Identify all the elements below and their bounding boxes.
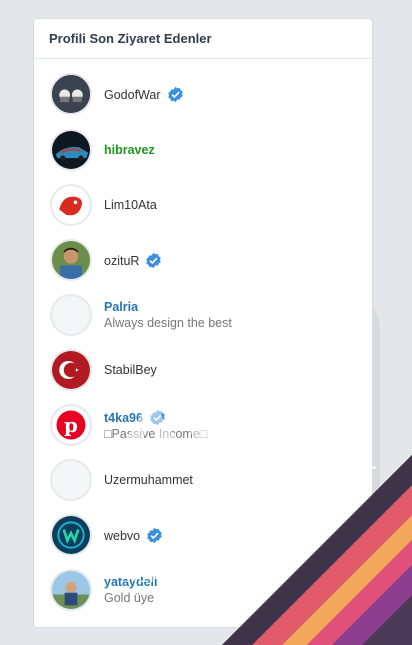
webvo-logo-avatar[interactable]: [50, 514, 92, 556]
visitor-name-link[interactable]: Lim10Ata: [104, 197, 157, 213]
visitor-subtitle: Always design the best: [104, 316, 232, 330]
turkish-flag-avatar[interactable]: [50, 349, 92, 391]
visitor-name-link[interactable]: hibravez: [104, 142, 155, 158]
visitor-item[interactable]: Palria Always design the best: [34, 288, 372, 342]
visitor-item[interactable]: Lim10Ata: [34, 178, 372, 232]
svg-text:p: p: [64, 413, 78, 437]
visitor-name-link[interactable]: yataydeli: [104, 574, 158, 590]
visitor-name-link[interactable]: Palria: [104, 299, 232, 315]
empty-avatar[interactable]: [50, 459, 92, 501]
visitor-item[interactable]: StabilBey: [34, 343, 372, 397]
visitor-item[interactable]: webvo: [34, 508, 372, 562]
visitor-name-link[interactable]: t4ka96: [104, 409, 207, 426]
visitor-item[interactable]: hibravez: [34, 123, 372, 177]
visitor-name-link[interactable]: GodofWar: [104, 86, 184, 103]
verified-badge-icon: [149, 409, 166, 426]
visitor-item[interactable]: GodofWar: [34, 67, 372, 121]
panel-header: Profili Son Ziyaret Edenler: [34, 19, 372, 59]
empty-avatar[interactable]: [50, 294, 92, 336]
visitor-item[interactable]: Uzermuhammet: [34, 453, 372, 507]
visitor-name-link[interactable]: webvo: [104, 527, 163, 544]
visitor-name-link[interactable]: StabilBey: [104, 362, 157, 378]
visitor-item[interactable]: ozituR: [34, 233, 372, 287]
verified-badge-icon: [145, 252, 162, 269]
panel-title: Profili Son Ziyaret Edenler: [49, 31, 212, 46]
visitor-item[interactable]: yataydeli Gold üye: [34, 563, 372, 617]
visitor-name-link[interactable]: ozituR: [104, 252, 162, 269]
visitor-subtitle: □Passive Income□: [104, 427, 208, 441]
car-avatar[interactable]: [50, 129, 92, 171]
person-photo-avatar[interactable]: [50, 239, 92, 281]
recent-visitors-panel: Profili Son Ziyaret Edenler GodofWar hib…: [33, 18, 373, 628]
visitor-name-link[interactable]: Uzermuhammet: [104, 472, 193, 488]
person-outdoor-avatar[interactable]: [50, 569, 92, 611]
ghost-pair-avatar[interactable]: [50, 73, 92, 115]
red-bird-avatar[interactable]: [50, 184, 92, 226]
visitor-subtitle: Gold üye: [104, 591, 155, 605]
visitor-item[interactable]: p t4ka96 □Passive Income□: [34, 398, 372, 452]
verified-badge-icon: [146, 527, 163, 544]
verified-badge-icon: [167, 86, 184, 103]
pinterest-avatar[interactable]: p: [50, 404, 92, 446]
